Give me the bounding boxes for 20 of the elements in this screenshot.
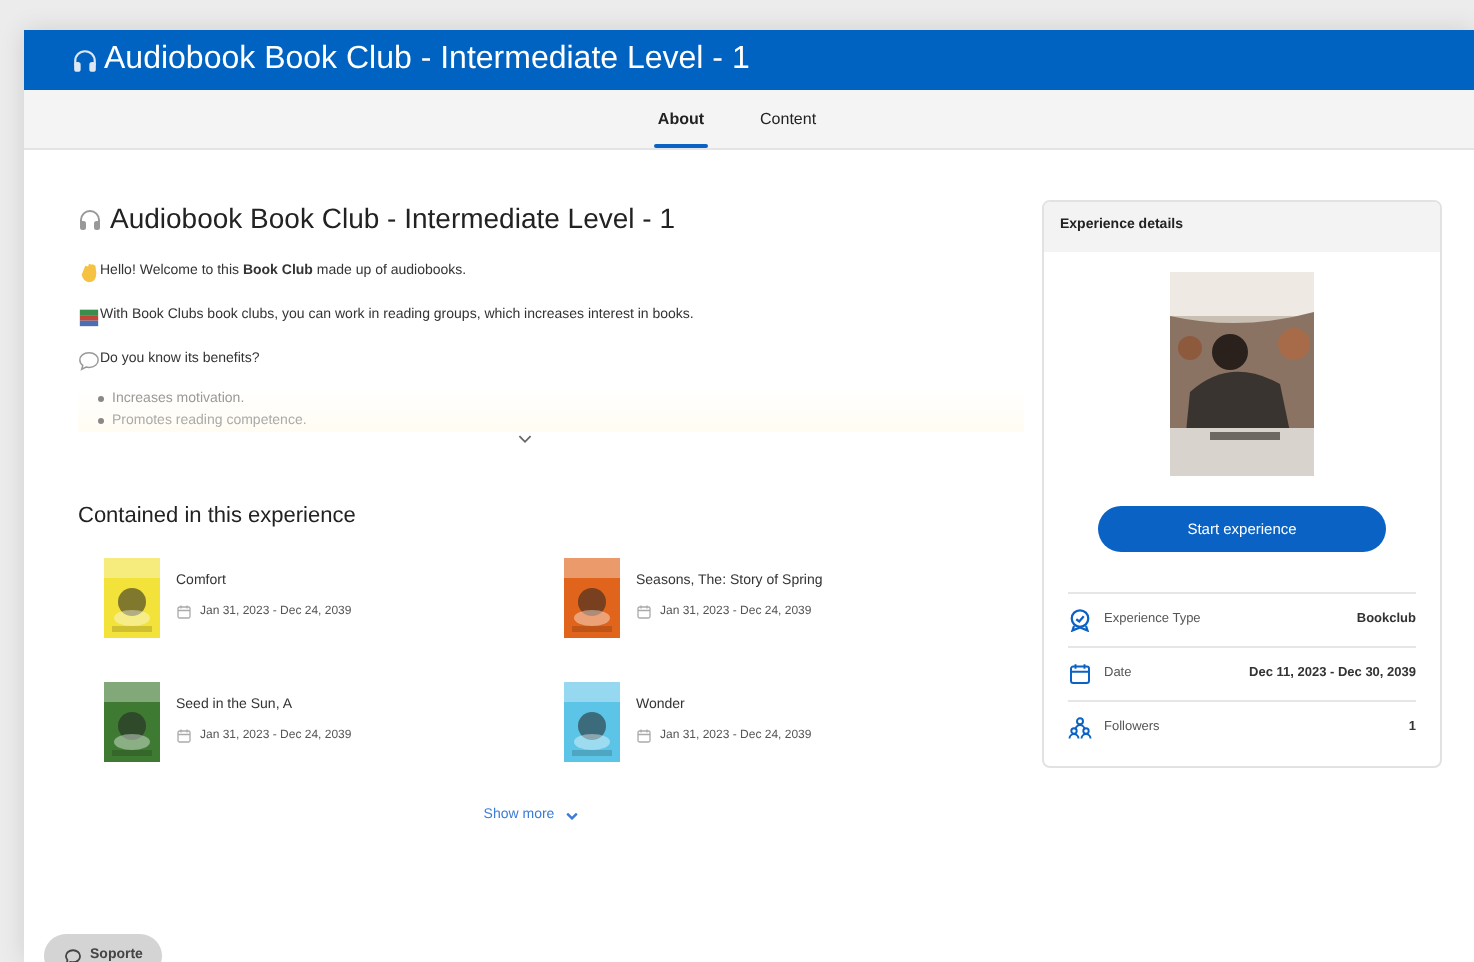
headphones-icon [78, 207, 102, 231]
calendar-icon [636, 728, 652, 745]
section-title: Audiobook Book Club - Intermediate Level - 1 [110, 200, 675, 238]
calendar-icon [636, 604, 652, 621]
people-icon [1068, 716, 1092, 740]
chat-icon [64, 947, 82, 962]
expand-chevron-icon[interactable] [518, 434, 532, 444]
page-title: Audiobook Book Club - Intermediate Level - 1 [104, 40, 750, 80]
waving-hand-icon [78, 262, 100, 284]
calendar-icon [1068, 662, 1092, 686]
badge-icon [1068, 608, 1092, 632]
tab[interactable]: About [653, 90, 709, 148]
books-icon [78, 306, 100, 328]
calendar-icon [176, 728, 192, 745]
speech-bubble-icon [78, 350, 100, 372]
chevron-down-icon [566, 811, 579, 820]
headphones-icon [72, 47, 98, 73]
section-heading: Contained in this experience [78, 502, 358, 532]
tab[interactable]: Content [756, 90, 821, 148]
calendar-icon [176, 604, 192, 621]
